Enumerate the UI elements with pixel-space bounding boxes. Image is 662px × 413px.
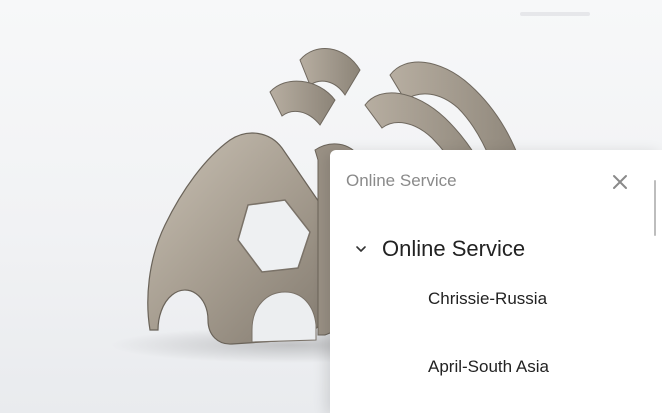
scrollbar[interactable] <box>654 180 656 236</box>
page: Online Service Online Service Chrissie-R… <box>0 0 662 413</box>
agent-link-april-south-asia[interactable]: April-South Asia <box>428 357 549 377</box>
group-label: Online Service <box>382 236 526 261</box>
panel-header: Online Service <box>330 150 662 236</box>
online-service-group-toggle[interactable]: Online Service <box>354 234 525 264</box>
panel-title: Online Service <box>346 171 457 190</box>
close-button[interactable] <box>608 170 632 194</box>
close-icon <box>613 175 627 189</box>
chevron-down-icon <box>356 246 366 252</box>
online-service-panel: Online Service Online Service Chrissie-R… <box>330 150 662 413</box>
agent-link-chrissie-russia[interactable]: Chrissie-Russia <box>428 289 547 309</box>
